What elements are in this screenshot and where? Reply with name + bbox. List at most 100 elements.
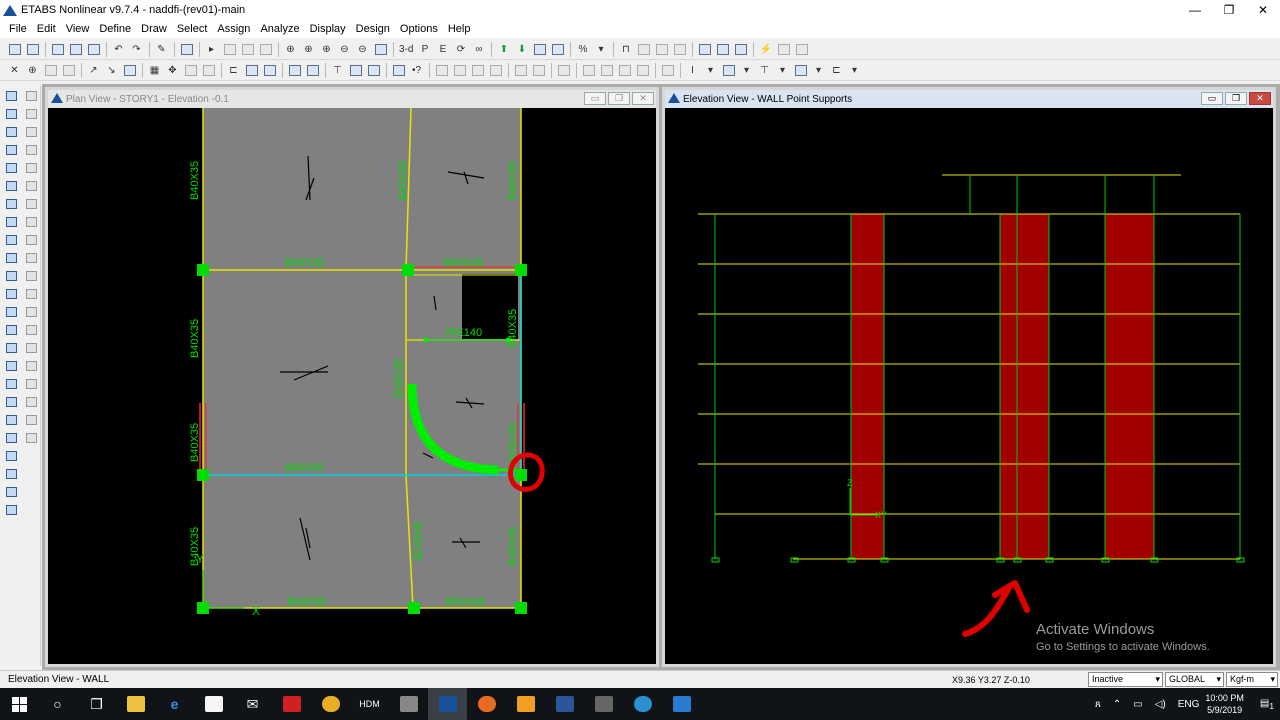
frame-release-icon[interactable]: ↗ xyxy=(85,62,102,78)
messenger-icon[interactable] xyxy=(623,688,662,720)
file-explorer-icon[interactable] xyxy=(116,688,155,720)
elevation-view-titlebar[interactable]: Elevation View - WALL Point Supports ▭ ❐… xyxy=(665,90,1273,108)
display-energy-icon[interactable] xyxy=(634,62,651,78)
display-frame-icon[interactable] xyxy=(286,62,303,78)
elevation-close-button[interactable]: ✕ xyxy=(1249,92,1271,105)
mesh-areas-icon[interactable] xyxy=(23,251,39,265)
display-reactions-icon[interactable] xyxy=(487,62,504,78)
units-select[interactable]: Kgf-m xyxy=(1226,672,1278,687)
support-node[interactable] xyxy=(515,469,527,481)
view-3d-button[interactable]: 3-d xyxy=(397,41,415,57)
close-button[interactable]: ✕ xyxy=(1246,0,1280,19)
reshape-icon[interactable] xyxy=(3,107,19,121)
move-down-icon[interactable]: ⬇ xyxy=(513,41,530,57)
draw-text-icon[interactable] xyxy=(3,323,19,337)
design-icon[interactable]: ⚡ xyxy=(757,41,774,57)
edit-links-icon[interactable] xyxy=(23,413,39,427)
dropdown-arrow-icon[interactable]: ▾ xyxy=(810,62,827,78)
menu-edit[interactable]: Edit xyxy=(32,23,61,35)
divide-lines-icon[interactable] xyxy=(23,287,39,301)
merge-icon[interactable] xyxy=(23,179,39,193)
elevation-view-canvas[interactable]: Z XY xyxy=(665,108,1273,664)
menu-analyze[interactable]: Analyze xyxy=(255,23,304,35)
task-view-icon[interactable]: ❐ xyxy=(77,688,116,720)
support-node[interactable] xyxy=(408,602,420,614)
wall-panel[interactable] xyxy=(1000,214,1049,559)
rotate-view-icon[interactable]: ⟳ xyxy=(452,41,469,57)
diaphragm-icon[interactable] xyxy=(714,41,731,57)
app-icon[interactable] xyxy=(506,688,545,720)
select-all-icon[interactable] xyxy=(3,341,19,355)
zoom-out-icon[interactable]: ⊖ xyxy=(336,41,353,57)
support-node[interactable] xyxy=(197,264,209,276)
plan-minimize-button[interactable]: ▭ xyxy=(584,92,606,105)
edit-section-icon[interactable] xyxy=(23,377,39,391)
draw-line-icon[interactable] xyxy=(3,143,19,157)
pan-icon[interactable] xyxy=(372,41,389,57)
elevation-minimize-button[interactable]: ▭ xyxy=(1201,92,1223,105)
set-display-options-icon[interactable] xyxy=(531,41,548,57)
square-select-icon[interactable] xyxy=(720,62,737,78)
elevation-drawing[interactable]: Z XY xyxy=(665,108,1273,667)
maximize-button[interactable]: ❐ xyxy=(1212,0,1246,19)
wall-icon[interactable] xyxy=(347,62,364,78)
join-lines-icon[interactable] xyxy=(23,269,39,283)
snap-end-icon[interactable] xyxy=(3,431,19,445)
display-area-icon[interactable] xyxy=(304,62,321,78)
open-file-icon[interactable] xyxy=(24,41,41,57)
draw-wall-icon[interactable] xyxy=(3,269,19,283)
copy-icon[interactable] xyxy=(23,107,39,121)
select-pointer-icon[interactable] xyxy=(3,89,19,103)
frame-load-icon[interactable]: ↘ xyxy=(103,62,120,78)
plan-restore-button[interactable]: ❐ xyxy=(608,92,630,105)
snap-point-icon[interactable] xyxy=(3,413,19,427)
menu-draw[interactable]: Draw xyxy=(136,23,172,35)
grid-icon[interactable]: ▦ xyxy=(146,62,163,78)
edit-grid-icon[interactable] xyxy=(23,323,39,337)
layer-icon[interactable] xyxy=(261,62,278,78)
intersect-icon[interactable] xyxy=(3,395,19,409)
zoom-in-icon[interactable]: ⊕ xyxy=(318,41,335,57)
plan-drawing[interactable]: B40X35 B40X35 B40X35 B40X35 B40X35 B40X3… xyxy=(48,108,656,667)
word-icon[interactable] xyxy=(545,688,584,720)
extrude-icon[interactable] xyxy=(23,305,39,319)
slab-panel[interactable] xyxy=(203,108,521,608)
refresh-window-icon[interactable] xyxy=(257,41,274,57)
support-node[interactable] xyxy=(515,264,527,276)
shell-icon[interactable] xyxy=(121,62,138,78)
delete-object-icon[interactable] xyxy=(23,143,39,157)
spring-icon[interactable] xyxy=(671,41,688,57)
display-mass-icon[interactable] xyxy=(598,62,615,78)
mail-icon[interactable]: ✉ xyxy=(233,688,272,720)
undo-icon[interactable]: ↶ xyxy=(110,41,127,57)
clear-selection-icon[interactable] xyxy=(3,377,19,391)
hdm-icon[interactable]: HDM xyxy=(350,688,389,720)
expand-shrink-icon[interactable] xyxy=(23,233,39,247)
node-icon[interactable] xyxy=(42,62,59,78)
move-icon[interactable]: ✥ xyxy=(164,62,181,78)
refresh-icon[interactable] xyxy=(239,41,256,57)
edit-areas-icon[interactable] xyxy=(23,431,39,445)
display-link-icon[interactable] xyxy=(555,62,572,78)
edit-pencil-icon[interactable]: ✎ xyxy=(153,41,170,57)
draw-rect-area-icon[interactable] xyxy=(3,251,19,265)
run-analysis-icon[interactable]: ▸ xyxy=(203,41,220,57)
security-icon[interactable] xyxy=(662,688,701,720)
new-file-icon[interactable] xyxy=(6,41,23,57)
beam-icon[interactable]: ⊤ xyxy=(329,62,346,78)
lock-icon[interactable] xyxy=(178,41,195,57)
snap-perp-icon[interactable] xyxy=(3,467,19,481)
menu-design[interactable]: Design xyxy=(351,23,395,35)
pointer-icon[interactable] xyxy=(221,41,238,57)
elevation-restore-button[interactable]: ❐ xyxy=(1225,92,1247,105)
coordinate-system-select[interactable]: GLOBAL xyxy=(1165,672,1224,687)
wall-panel[interactable] xyxy=(851,214,884,559)
elevation-view-window[interactable]: Elevation View - WALL Point Supports ▭ ❐… xyxy=(662,87,1276,667)
store-icon[interactable] xyxy=(194,688,233,720)
load-icon[interactable] xyxy=(732,41,749,57)
plan-view-window[interactable]: Plan View - STORY1 - Elevation -0.1 ▭ ❐ … xyxy=(45,87,659,667)
restraint-icon[interactable] xyxy=(696,41,713,57)
link-icon[interactable] xyxy=(653,41,670,57)
print-icon[interactable] xyxy=(67,41,84,57)
menu-view[interactable]: View xyxy=(61,23,95,35)
